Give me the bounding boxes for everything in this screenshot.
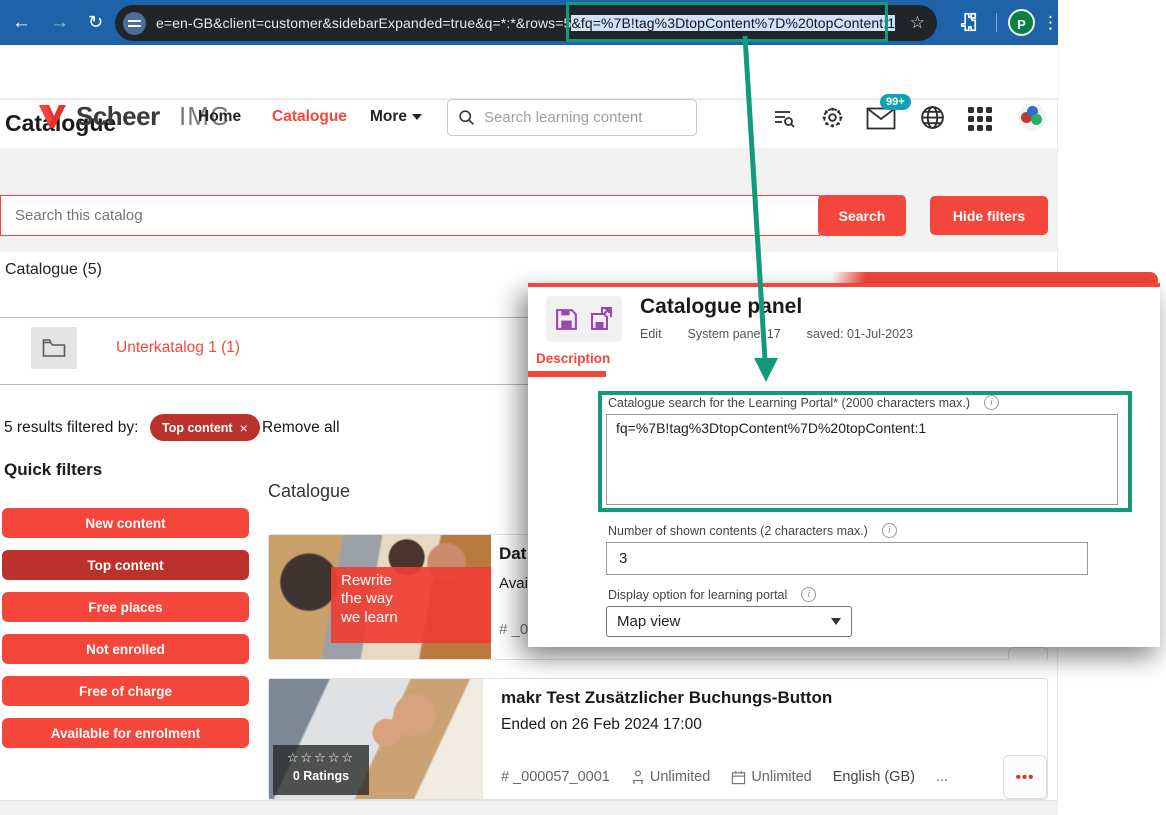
meta-ellipsis: ... [936, 769, 948, 785]
quick-filter-new-content[interactable]: New content [2, 508, 249, 538]
scheer-logo-icon[interactable] [36, 103, 68, 133]
capacity-item: Unlimited [631, 769, 710, 785]
catalogue-count-label: Catalogue (5) [5, 261, 102, 279]
site-settings-icon[interactable] [123, 12, 146, 35]
panel-saved-date: saved: 01-Jul-2023 [807, 327, 913, 341]
extensions-puzzle-icon[interactable] [956, 11, 978, 33]
display-option-value: Map view [617, 613, 680, 630]
bookmark-star-icon[interactable]: ☆ [910, 13, 925, 33]
search-icon [458, 109, 475, 126]
global-search[interactable] [447, 99, 697, 136]
course-menu-button-partial[interactable] [1008, 647, 1048, 660]
url-text: e=en-GB&client=customer&sidebarExpanded=… [156, 15, 895, 31]
catalogue-panel-dialog: Catalogue panel Edit System panel 17 sav… [528, 283, 1160, 647]
catalogue-list-title: Catalogue [268, 481, 350, 502]
course-image: ☆☆☆☆☆ 0 Ratings [269, 679, 483, 799]
search-button[interactable]: Search [818, 195, 906, 236]
catalog-search-input[interactable] [15, 207, 805, 224]
course-menu-button[interactable]: ••• [1003, 755, 1047, 799]
quick-filter-available-for-enrolment[interactable]: Available for enrolment [2, 718, 249, 748]
course-image: Rewrite the way we learn [269, 535, 491, 659]
display-option-select[interactable]: Map view [606, 606, 852, 637]
panel-subline: Edit System panel 17 saved: 01-Jul-2023 [640, 327, 913, 341]
page-footer-strip [0, 800, 1058, 815]
settings-gear-icon[interactable] [820, 105, 845, 130]
catalogue-search-textarea[interactable]: fq=%7B!tag%3DtopContent%7D%20topContent:… [606, 414, 1118, 505]
rating-stars-icon: ☆☆☆☆☆ [273, 750, 369, 766]
nav-more[interactable]: More [370, 108, 422, 126]
course-language: English (GB) [833, 769, 915, 785]
rating-count: 0 Ratings [273, 769, 369, 783]
save-and-close-icon[interactable] [589, 306, 615, 332]
course-title[interactable]: makr Test Zusätzlicher Buchungs-Button [501, 688, 832, 708]
shown-contents-input[interactable] [606, 542, 1088, 575]
calendar-icon [731, 770, 746, 785]
info-icon[interactable]: i [882, 523, 897, 538]
nav-catalogue[interactable]: Catalogue [272, 108, 347, 126]
info-icon[interactable]: i [984, 395, 999, 410]
chevron-down-icon [412, 114, 422, 120]
mail-badge: 99+ [880, 94, 911, 110]
browser-forward-icon[interactable]: → [50, 0, 69, 45]
folder-icon [42, 338, 66, 358]
quick-filters-title: Quick filters [4, 460, 102, 480]
active-filter-chip[interactable]: Top content × [150, 414, 260, 441]
quick-filter-top-content[interactable]: Top content [2, 550, 249, 580]
quick-filter-not-enrolled[interactable]: Not enrolled [2, 634, 249, 664]
remove-all-link[interactable]: Remove all [262, 419, 340, 437]
shown-contents-label: Number of shown contents (2 characters m… [608, 523, 897, 538]
chip-close-icon[interactable]: × [240, 420, 248, 436]
tab-active-underline [528, 371, 606, 377]
app-switcher-color-icon[interactable] [1018, 103, 1046, 131]
course-id: # _0 [499, 621, 528, 638]
chip-label: Top content [162, 421, 233, 435]
panel-system-id: System panel 17 [688, 327, 781, 341]
sessions-item: Unlimited [731, 769, 811, 785]
language-globe-icon[interactable] [920, 105, 945, 130]
apps-grid-icon[interactable] [968, 107, 994, 133]
chevron-down-icon [831, 618, 841, 625]
filter-search-icon[interactable] [772, 106, 796, 130]
course-id: # _000057_0001 [501, 769, 610, 785]
panel-title: Catalogue panel [640, 295, 802, 319]
messages-mail-icon[interactable] [866, 107, 896, 130]
info-icon[interactable]: i [801, 587, 816, 602]
browser-back-icon[interactable]: ← [12, 0, 31, 45]
quick-filter-free-of-charge[interactable]: Free of charge [2, 676, 249, 706]
browser-toolbar: ← → ↻ e=en-GB&client=customer&sidebarExp… [0, 0, 1058, 45]
ratings-overlay: ☆☆☆☆☆ 0 Ratings [273, 745, 369, 795]
subcatalog-link[interactable]: Unterkatalog 1 (1) [116, 339, 240, 357]
brand-name[interactable]: Scheer [76, 101, 160, 132]
subcatalog-folder[interactable] [31, 327, 77, 369]
results-filtered-label: 5 results filtered by: [4, 419, 138, 437]
toolbar-divider [996, 13, 997, 32]
nav-home[interactable]: Home [198, 108, 241, 126]
course-availability: Avai [499, 575, 528, 592]
profile-avatar[interactable]: P [1008, 9, 1035, 36]
catalogue-search-label: Catalogue search for the Learning Portal… [608, 395, 999, 410]
address-bar[interactable]: e=en-GB&client=customer&sidebarExpanded=… [115, 5, 937, 41]
quick-filter-free-places[interactable]: Free places [2, 592, 249, 622]
panel-save-toolbar [546, 296, 622, 342]
url-selected-text: &fq=%7B!tag%3DtopContent%7D%20topContent… [571, 15, 895, 31]
course-title[interactable]: Dat [499, 544, 526, 564]
panel-mode: Edit [640, 327, 662, 341]
speaker-icon [631, 770, 645, 785]
save-icon[interactable] [554, 307, 579, 332]
hide-filters-button[interactable]: Hide filters [930, 196, 1048, 235]
site-header: Scheer IMC Home Catalogue More 99+ [0, 45, 1058, 98]
global-search-input[interactable] [484, 109, 674, 126]
catalog-search-field[interactable] [0, 195, 820, 236]
course-image-banner: Rewrite the way we learn [331, 567, 491, 643]
course-ended-label: Ended on 26 Feb 2024 17:00 [501, 716, 702, 734]
display-option-label: Display option for learning portal i [608, 587, 816, 602]
browser-menu-icon[interactable]: ⋮ [1042, 0, 1059, 45]
browser-reload-icon[interactable]: ↻ [88, 0, 103, 45]
course-card[interactable]: ☆☆☆☆☆ 0 Ratings makr Test Zusätzlicher B… [268, 678, 1048, 800]
tab-description[interactable]: Description [536, 351, 610, 366]
